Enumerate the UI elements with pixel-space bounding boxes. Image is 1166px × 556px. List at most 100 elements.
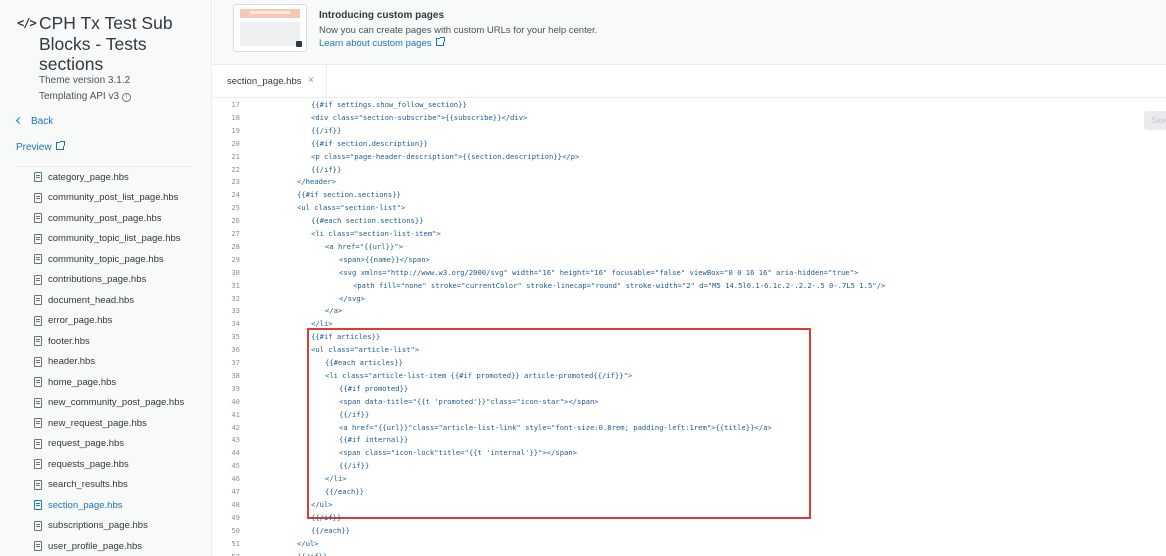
- code-text: <a href="{{url}}">: [325, 241, 403, 251]
- file-item[interactable]: search_results.hbs: [34, 475, 184, 496]
- file-item[interactable]: error_page.hbs: [34, 311, 184, 332]
- file-item[interactable]: section_page.hbs: [34, 495, 184, 516]
- code-text: <span>{{name}}</span>: [339, 254, 430, 264]
- code-text: <p class="page-header-description">{{sec…: [311, 151, 580, 161]
- file-icon: [34, 274, 42, 285]
- file-item[interactable]: community_post_page.hbs: [34, 208, 184, 229]
- code-icon: </>: [17, 16, 37, 30]
- info-icon[interactable]: i: [122, 93, 132, 102]
- file-name: request_page.hbs: [48, 438, 125, 450]
- file-item[interactable]: document_head.hbs: [34, 290, 184, 311]
- code-line: 18 <div class="section-subscribe">{{subsc…: [213, 111, 527, 124]
- code-text: </header>: [297, 177, 336, 187]
- line-number: 50: [231, 525, 240, 535]
- line-number: 17: [231, 100, 240, 109]
- code-line: 22 {{/if}}: [213, 163, 341, 176]
- file-item[interactable]: user_profile_page.hbs: [34, 536, 184, 556]
- code-line: 46 </li>: [213, 472, 346, 485]
- line-number: 24: [231, 190, 240, 200]
- code-line: 24 {{#if section.sections}}: [213, 188, 401, 201]
- learn-more-link[interactable]: Learn about custom pages: [319, 37, 445, 49]
- line-number: 35: [231, 332, 240, 342]
- file-item[interactable]: new_request_page.hbs: [34, 413, 184, 434]
- code-line: 30 <svg xmlns="http://www.w3.org/2000/svg…: [213, 266, 858, 279]
- line-number: 30: [231, 267, 240, 277]
- file-name: category_page.hbs: [48, 171, 129, 183]
- line-number: 23: [231, 177, 240, 187]
- file-icon: [34, 479, 42, 490]
- file-icon: [34, 295, 42, 306]
- code-editor[interactable]: 17 {{#if settings.show_follow_section}} 18…: [213, 97, 1143, 556]
- code-text: {{#if articles}}: [311, 332, 381, 342]
- line-number: 34: [231, 319, 240, 329]
- line-number: 22: [231, 164, 240, 174]
- line-number: 25: [231, 203, 240, 213]
- code-line: 19 {{/if}}: [213, 124, 341, 137]
- file-item[interactable]: header.hbs: [34, 352, 184, 373]
- file-item[interactable]: community_topic_page.hbs: [34, 249, 184, 270]
- code-line: 37 {{#each articles}}: [213, 356, 403, 369]
- code-line: 34 </li>: [213, 317, 332, 330]
- file-item[interactable]: category_page.hbs: [34, 167, 184, 188]
- code-text: {{/each}}: [325, 487, 364, 496]
- file-icon: [34, 315, 42, 326]
- file-item[interactable]: subscriptions_page.hbs: [34, 516, 184, 537]
- code-line: 27 <li class="section-list-item">: [213, 227, 440, 240]
- file-icon: [34, 213, 42, 224]
- file-item[interactable]: community_post_list_page.hbs: [34, 188, 184, 209]
- code-line: 35 {{#if articles}}: [213, 330, 380, 343]
- file-item[interactable]: request_page.hbs: [34, 434, 184, 455]
- file-item[interactable]: community_topic_list_page.hbs: [34, 229, 184, 250]
- code-text: </svg>: [339, 293, 365, 303]
- file-item[interactable]: home_page.hbs: [34, 372, 184, 393]
- code-text: {{/if}}: [339, 461, 370, 471]
- code-line: 49 {{/if}}: [213, 511, 341, 524]
- file-icon: [34, 172, 42, 183]
- external-link-icon: [55, 141, 65, 150]
- code-text: </a>: [325, 306, 343, 316]
- close-icon[interactable]: ×: [308, 75, 314, 86]
- code-text: {{#if section.description}}: [311, 138, 428, 148]
- code-text: <svg xmlns="http://www.w3.org/2000/svg" …: [339, 267, 859, 277]
- file-name: subscriptions_page.hbs: [48, 520, 148, 532]
- file-icon: [34, 336, 42, 347]
- file-icon: [34, 377, 42, 388]
- line-number: 52: [231, 551, 240, 556]
- code-line: 51 </ul>: [213, 537, 318, 550]
- file-item[interactable]: footer.hbs: [34, 331, 184, 352]
- code-line: 50 {{/each}}: [213, 524, 350, 537]
- save-button[interactable]: Save: [1144, 111, 1166, 130]
- back-link[interactable]: Back: [15, 116, 53, 127]
- file-item[interactable]: new_community_post_page.hbs: [34, 393, 184, 414]
- line-number: 46: [231, 474, 240, 484]
- code-line: 26 {{#each section.sections}}: [213, 214, 423, 227]
- line-number: 32: [231, 293, 240, 303]
- tab-section-page[interactable]: section_page.hbs ×: [213, 65, 327, 97]
- file-icon: [34, 459, 42, 470]
- code-text: {{#each articles}}: [325, 358, 403, 367]
- file-icon: [34, 500, 42, 511]
- line-number: 41: [231, 409, 240, 419]
- line-number: 37: [231, 358, 240, 367]
- file-name: header.hbs: [48, 356, 96, 368]
- code-line: 28 <a href="{{url}}">: [213, 240, 403, 253]
- line-number: 48: [231, 499, 240, 509]
- file-icon: [34, 418, 42, 429]
- code-text: <path fill="none" stroke="currentColor" …: [353, 280, 886, 290]
- custom-pages-banner: Introducing custom pages Now you can cre…: [213, 0, 1166, 65]
- preview-link[interactable]: Preview: [16, 141, 65, 153]
- file-item[interactable]: contributions_page.hbs: [34, 270, 184, 291]
- file-item[interactable]: requests_page.hbs: [34, 454, 184, 475]
- code-line: 36 <ul class="article-list">: [213, 343, 419, 356]
- code-line: 23 </header>: [213, 175, 336, 188]
- code-line: 44 <span class="icon-lock"title="{{t 'int…: [213, 446, 577, 459]
- code-text: <a href="{{url}}"class="article-list-lin…: [339, 422, 772, 432]
- banner-text: Now you can create pages with custom URL…: [319, 25, 598, 36]
- theme-title: CPH Tx Test Sub Blocks - Tests sections: [39, 13, 173, 74]
- code-text: </ul>: [311, 499, 333, 509]
- code-line: 39 {{#if promoted}}: [213, 382, 408, 395]
- code-text: {{/if}}: [311, 125, 342, 135]
- line-number: 29: [231, 254, 240, 264]
- line-number: 39: [231, 383, 240, 393]
- templating-api-label: Templating API v3: [39, 91, 120, 102]
